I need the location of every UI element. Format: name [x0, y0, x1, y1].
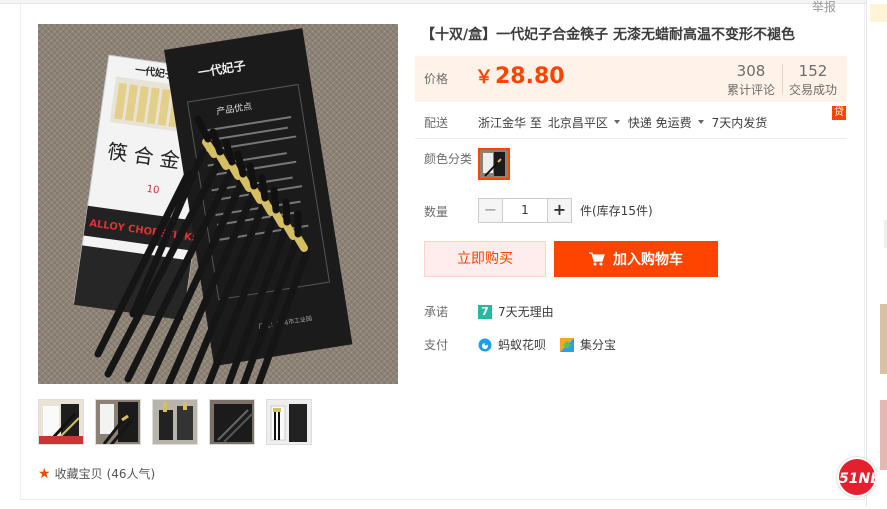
sku-label: 颜色分类 — [424, 152, 473, 166]
price-amount: 28.80 — [495, 64, 565, 89]
star-icon: ★ — [38, 465, 51, 482]
quantity-increase-button[interactable]: + — [547, 198, 572, 223]
buy-now-button[interactable]: 立即购买 — [424, 241, 546, 277]
cart-icon — [589, 252, 605, 266]
stat-divider — [782, 64, 783, 94]
divider — [415, 138, 847, 139]
huabei-label: 蚂蚁花呗 — [498, 338, 547, 352]
promise-label: 承诺 — [424, 305, 449, 319]
reviews-label: 累计评论 — [726, 83, 775, 97]
thumbnail-5-image — [267, 400, 311, 444]
add-to-cart-label: 加入购物车 — [613, 252, 683, 268]
payment-label: 支付 — [424, 338, 449, 352]
price-box: 价格 ￥28.80 308 累计评论 152 交易成功 — [415, 56, 847, 102]
thumbnail-3-image — [153, 400, 197, 444]
ship-method-select[interactable]: 快递 免运费 — [628, 114, 692, 131]
sidebar-peek — [866, 0, 887, 506]
box-number-text: 10 — [146, 184, 160, 197]
thumbnail-1-image — [39, 400, 83, 444]
watermark-logo: 51NB — [837, 457, 881, 497]
stock-text: 件(库存15件) — [580, 204, 653, 218]
price-label: 价格 — [424, 72, 449, 86]
chevron-down-icon[interactable] — [697, 119, 704, 124]
price-value: ￥28.80 — [475, 63, 565, 89]
favorite-button[interactable]: ★ 收藏宝贝 (46人气) — [38, 465, 155, 482]
currency-symbol: ￥ — [475, 67, 493, 88]
jifenbao-label: 集分宝 — [580, 338, 617, 352]
quantity-input[interactable]: 1 — [503, 198, 547, 223]
ship-to-select[interactable]: 北京昌平区 — [548, 114, 608, 131]
quantity-decrease-button[interactable]: − — [478, 198, 503, 223]
thumbnail-4-image — [210, 400, 254, 444]
sold-count: 152 — [798, 62, 828, 80]
thumbnail-2[interactable] — [95, 399, 141, 445]
loan-badge: 贷 — [832, 106, 846, 120]
promise-text[interactable]: 7天无理由 — [498, 303, 554, 320]
sku-option-image — [480, 150, 508, 178]
sold-label: 交易成功 — [788, 83, 837, 97]
thumbnail-3[interactable] — [152, 399, 198, 445]
seven-day-icon: 7 — [478, 304, 492, 319]
reviews-count: 308 — [736, 62, 766, 80]
ship-from: 浙江金华 至 — [478, 116, 542, 130]
chevron-down-icon[interactable] — [613, 119, 620, 124]
sku-option-color[interactable] — [478, 148, 510, 180]
promise-row: 7 7天无理由 — [478, 303, 554, 320]
thumbnail-2-image — [96, 400, 140, 444]
main-product-image[interactable]: 一代妃子 筷 合 金 10 ALLOY CHOPSTICKS 一代妃子 产品优点… — [38, 24, 398, 384]
jifenbao-icon — [560, 337, 574, 352]
sold-stat: 152 交易成功 — [787, 62, 839, 98]
right-sidebar — [866, 0, 887, 506]
thumbnail-5[interactable] — [266, 399, 312, 445]
quantity-label: 数量 — [424, 205, 449, 219]
quantity-stepper: − 1 + 件(库存15件) — [478, 198, 653, 223]
payment-jifenbao[interactable]: 集分宝 — [560, 336, 616, 353]
thumbnail-1[interactable] — [38, 399, 84, 445]
product-title: 【十双/盒】一代妃子合金筷子 无漆无蜡耐高温不变形不褪色 — [421, 27, 795, 43]
favorite-count: (46人气) — [106, 467, 156, 481]
add-to-cart-button[interactable]: 加入购物车 — [554, 241, 718, 277]
product-photo: 一代妃子 筷 合 金 10 ALLOY CHOPSTICKS 一代妃子 产品优点… — [38, 24, 398, 384]
reviews-stat[interactable]: 308 累计评论 — [720, 62, 782, 98]
thumbnail-4[interactable] — [209, 399, 255, 445]
ship-dispatch: 7天内发货 — [711, 116, 768, 130]
payment-huabei[interactable]: 蚂蚁花呗 — [478, 336, 546, 353]
shipping-row: 浙江金华 至 北京昌平区 快递 免运费 7天内发货 — [478, 114, 767, 131]
favorite-label: 收藏宝贝 — [54, 467, 103, 481]
huabei-icon — [478, 338, 492, 351]
shipping-label: 配送 — [424, 116, 449, 130]
